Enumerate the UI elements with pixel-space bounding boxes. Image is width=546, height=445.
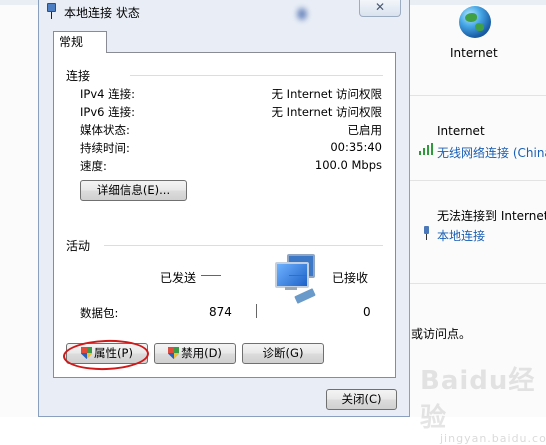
packets-received-value: 0 (363, 305, 371, 319)
packets-label: 数据包: (80, 306, 119, 320)
received-label: 已接收 (332, 271, 369, 285)
background-separator (400, 95, 546, 96)
wireless-signal-icon (419, 143, 433, 155)
sent-label: 已发送 (160, 271, 197, 285)
duration-value: 00:35:40 (330, 140, 382, 154)
details-button[interactable]: 详细信息(E)... (80, 180, 187, 201)
speed-label: 速度: (80, 159, 107, 173)
packets-divider (256, 304, 257, 318)
packets-sent-value: 874 (209, 305, 232, 319)
blurred-decoration (297, 8, 307, 20)
background-separator (400, 180, 546, 181)
disable-button[interactable]: 禁用(D) (154, 343, 236, 364)
activity-group-divider (104, 245, 383, 246)
local-access-type: 无法连接到 Internet (437, 209, 546, 223)
network-cable-icon (47, 3, 56, 19)
background-partial-text: 或访问点。 (411, 327, 472, 341)
connection-group-label: 连接 (66, 69, 91, 83)
baidu-watermark: Baidu经验 jingyan.baidu.com (420, 366, 546, 445)
disable-button-label: 禁用(D) (181, 346, 222, 360)
tab-general[interactable]: 常规 (53, 31, 107, 53)
connection-group-divider (130, 75, 383, 76)
ipv4-value: 无 Internet 访问权限 (271, 87, 382, 101)
ipv6-value: 无 Internet 访问权限 (271, 105, 382, 119)
local-connection-icon (421, 226, 431, 240)
dialog-titlebar[interactable]: 本地连接 状态 ✕ (39, 0, 409, 26)
ipv4-label: IPv4 连接: (80, 87, 135, 101)
background-separator (400, 283, 546, 284)
close-icon: ✕ (374, 0, 386, 14)
activity-group-label: 活动 (66, 239, 91, 253)
speed-value: 100.0 Mbps (314, 158, 382, 172)
received-activity-line (289, 275, 307, 276)
sent-activity-line (201, 275, 221, 276)
duration-label: 持续时间: (80, 141, 130, 155)
close-button[interactable]: 关闭(C) (326, 389, 397, 410)
wireless-connection-link[interactable]: 无线网络连接 (China (437, 144, 546, 161)
local-connection-link[interactable]: 本地连接 (437, 227, 485, 244)
dialog-title: 本地连接 状态 (64, 6, 140, 20)
media-state-value: 已启用 (347, 123, 383, 137)
wireless-access-type: Internet (437, 124, 485, 138)
diagnose-button[interactable]: 诊断(G) (242, 343, 324, 364)
tab-panel-general: 连接 IPv4 连接: 无 Internet 访问权限 IPv6 连接: 无 I… (53, 52, 396, 378)
window-close-button[interactable]: ✕ (359, 0, 401, 17)
uac-shield-icon (168, 347, 180, 359)
ipv6-label: IPv6 连接: (80, 105, 135, 119)
network-computer-icon (273, 254, 329, 306)
media-state-label: 媒体状态: (80, 123, 130, 137)
internet-label: Internet (450, 46, 498, 60)
internet-globe-icon (459, 6, 491, 38)
